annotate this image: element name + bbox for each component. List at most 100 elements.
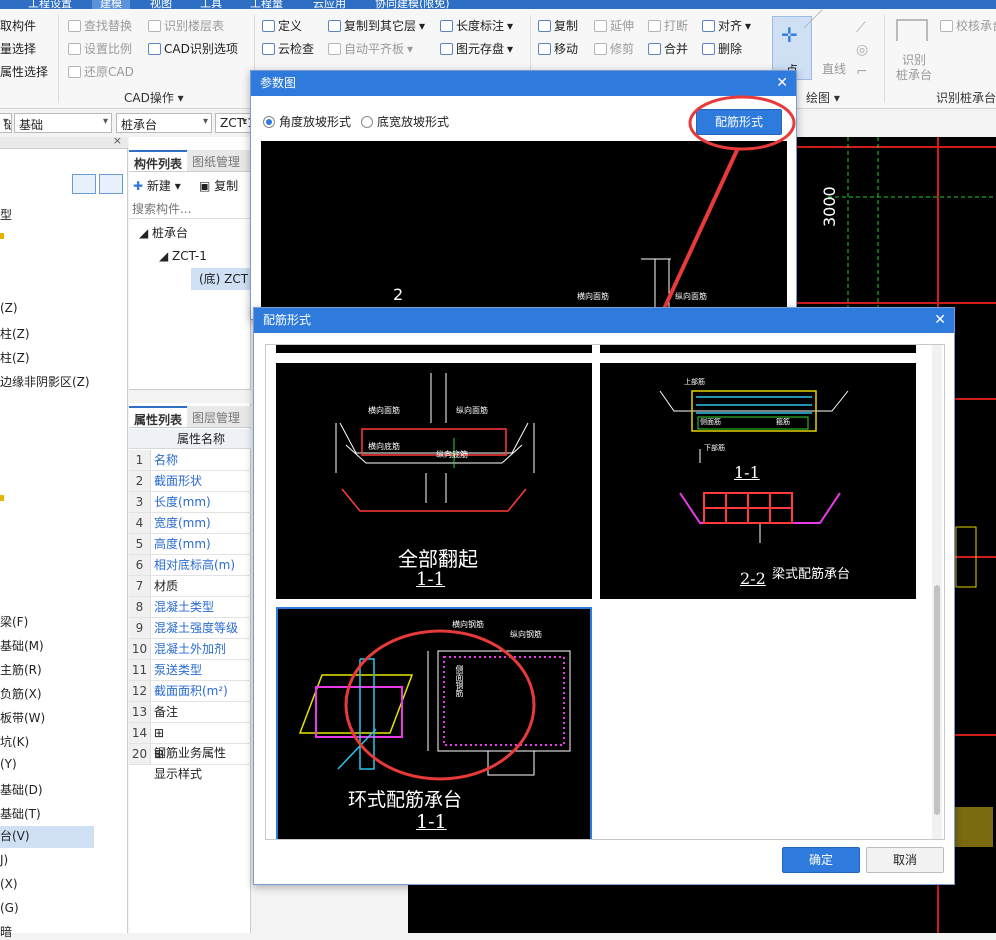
nav-item[interactable]: 柱(Z) xyxy=(0,349,30,366)
cancel-button[interactable]: 取消 xyxy=(866,847,944,873)
cad-options-button[interactable]: CAD识别选项 xyxy=(148,40,238,57)
category-combo[interactable]: 桩承台 xyxy=(116,113,212,133)
property-row[interactable]: 14 ⊞ 钢筋业务属性 xyxy=(129,723,251,760)
property-row[interactable]: 3 长度(mm) xyxy=(129,492,251,513)
copy-button[interactable]: 复制 xyxy=(538,17,578,34)
expand-icon[interactable]: ⊞ xyxy=(154,726,164,740)
property-row[interactable]: 6 相对底标高(m) xyxy=(129,555,251,576)
verify-cap-button[interactable]: 校核承台 xyxy=(940,17,996,34)
menu-item[interactable]: 工具 xyxy=(200,0,222,9)
floor-combo[interactable]: 础 xyxy=(0,113,12,133)
nav-item[interactable]: 基础(D) xyxy=(0,781,43,798)
set-scale-button[interactable]: 设置比例 xyxy=(68,40,132,57)
tree-node-selected[interactable]: (底) ZCT xyxy=(191,268,251,290)
nav-item-selected[interactable]: 台(V) xyxy=(0,826,94,848)
tab-component-list[interactable]: 构件列表 xyxy=(129,150,188,171)
close-icon[interactable]: ✕ xyxy=(776,71,788,96)
nav-item[interactable]: (G) xyxy=(0,901,19,915)
menu-item-active[interactable]: 建模 xyxy=(92,0,130,9)
tab-property-list[interactable]: 属性列表 xyxy=(129,406,188,427)
draw-group-label[interactable]: 绘图 ▾ xyxy=(806,89,840,106)
cloud-check-button[interactable]: 云检查 xyxy=(262,40,314,57)
menu-item[interactable]: 工程量 xyxy=(250,0,283,9)
angle-slope-radio[interactable]: 角度放坡形式 xyxy=(263,113,351,130)
property-row[interactable]: 10 混凝土外加剂 xyxy=(129,639,251,660)
nav-item[interactable]: 暗 xyxy=(0,923,12,940)
component-search-input[interactable] xyxy=(129,199,250,219)
property-row[interactable]: 7 材质 xyxy=(129,576,251,597)
thumb-all-bent-up[interactable]: 横向面筋 纵向面筋 横向底筋 纵向底筋 全部翻起 1-1 xyxy=(276,363,592,599)
scrollbar-thumb[interactable] xyxy=(934,585,940,815)
menu-item[interactable]: 视图 xyxy=(150,0,172,9)
menu-item[interactable]: 协同建模(限免) xyxy=(375,0,450,9)
property-row[interactable]: 9 混凝土强度等级 xyxy=(129,618,251,639)
draw-tools-icon[interactable]: ⟋ ◎ ⌐ xyxy=(856,17,868,83)
nav-item[interactable]: 基础(T) xyxy=(0,805,41,822)
nav-item[interactable]: 负筋(X) xyxy=(0,685,42,702)
extend-button[interactable]: 延伸 xyxy=(594,17,634,34)
nav-item[interactable]: (Y) xyxy=(0,757,17,771)
pick-component-button[interactable]: 取构件 xyxy=(0,17,36,34)
thumb-partial[interactable] xyxy=(276,345,592,353)
line-tool-button[interactable]: 直线 xyxy=(803,9,850,80)
nav-item[interactable]: J) xyxy=(0,853,8,867)
nav-item[interactable]: 型 xyxy=(0,206,12,223)
break-button[interactable]: 打断 xyxy=(648,17,688,34)
nav-item[interactable]: (Z) xyxy=(0,301,18,315)
property-row[interactable]: 4 宽度(mm) xyxy=(129,513,251,534)
trim-button[interactable]: 修剪 xyxy=(594,40,634,57)
nav-item[interactable]: 板带(W) xyxy=(0,709,45,726)
move-button[interactable]: 移动 xyxy=(538,40,578,57)
identify-floor-table-button[interactable]: 识别楼层表 xyxy=(148,17,224,34)
element-save-button[interactable]: 图元存盘 ▾ xyxy=(440,40,513,57)
property-row[interactable]: 20 ⊞ 显示样式 xyxy=(129,744,251,781)
auto-align-slab-button[interactable]: 自动平齐板 ▾ xyxy=(328,40,413,57)
tree-node-root[interactable]: ◢ 桩承台 xyxy=(139,224,188,241)
property-row[interactable]: 5 高度(mm) xyxy=(129,534,251,555)
property-row[interactable]: 2 截面形状 xyxy=(129,471,251,492)
cad-group-label[interactable]: CAD操作 ▾ xyxy=(124,89,184,106)
thumb-ring-cap-selected[interactable]: 横向钢筋 纵向钢筋 侧面钢筋 环式配筋承台 1-1 xyxy=(276,607,592,839)
gallery-scrollbar[interactable] xyxy=(932,345,942,839)
component-combo[interactable]: ZCT-1 xyxy=(215,113,251,133)
ok-button[interactable]: 确定 xyxy=(782,847,860,873)
tree-node-zct[interactable]: ◢ ZCT-1 xyxy=(159,249,207,263)
nav-item[interactable]: 梁(F) xyxy=(0,613,28,630)
close-icon[interactable]: × xyxy=(113,134,122,147)
thumb-partial[interactable] xyxy=(600,345,916,353)
tab-layer-manager[interactable]: 图层管理 xyxy=(187,406,245,427)
length-dim-button[interactable]: 长度标注 ▾ xyxy=(440,17,513,34)
nav-item[interactable]: 柱(Z) xyxy=(0,325,30,342)
nav-item[interactable]: 边缘非阴影区(Z) xyxy=(0,373,90,390)
define-button[interactable]: 定义 xyxy=(262,17,302,34)
menu-item[interactable]: 工程设置 xyxy=(28,0,72,9)
expand-icon[interactable]: ⊞ xyxy=(154,747,164,761)
nav-item[interactable]: 基础(M) xyxy=(0,637,44,654)
merge-button[interactable]: 合并 xyxy=(648,40,688,57)
nav-item[interactable]: 主筋(R) xyxy=(0,661,42,678)
nav-item[interactable]: 坑(K) xyxy=(0,733,29,750)
tab-drawing-manager[interactable]: 图纸管理 xyxy=(187,150,245,171)
new-component-button[interactable]: ✚ 新建 ▾ xyxy=(133,177,181,194)
thumb-beam-cap[interactable]: 上部筋 侧面筋 下部筋 箍筋 1-1 2-2 梁式配筋承台 xyxy=(600,363,916,599)
identify-pile-cap-button[interactable]: 识别 桩承台 xyxy=(896,53,932,83)
copy-component-button[interactable]: ▣ 复制 xyxy=(199,177,238,194)
delete-button[interactable]: 删除 xyxy=(702,40,742,57)
menu-item[interactable]: 云应用 xyxy=(313,0,346,9)
rebar-form-button[interactable]: 配筋形式 xyxy=(696,109,782,135)
property-row[interactable]: 1 名称 xyxy=(129,450,251,471)
property-row[interactable]: 11 泵送类型 xyxy=(129,660,251,681)
copy-to-floor-button[interactable]: 复制到其它层 ▾ xyxy=(328,17,425,34)
width-slope-radio[interactable]: 底宽放坡形式 xyxy=(361,113,449,130)
property-row[interactable]: 8 混凝土类型 xyxy=(129,597,251,618)
close-icon[interactable]: ✕ xyxy=(934,308,946,333)
property-row[interactable]: 13 备注 xyxy=(129,702,251,723)
restore-cad-button[interactable]: 还原CAD xyxy=(68,63,134,80)
detail-view-icon[interactable] xyxy=(99,174,123,194)
type-combo[interactable]: 基础 xyxy=(14,113,112,133)
nav-item[interactable]: (X) xyxy=(0,877,18,891)
property-select-button[interactable]: 属性选择 xyxy=(0,63,48,80)
property-row[interactable]: 12 截面面积(m²) xyxy=(129,681,251,702)
find-replace-button[interactable]: 查找替换 xyxy=(68,17,132,34)
list-view-icon[interactable] xyxy=(72,174,96,194)
